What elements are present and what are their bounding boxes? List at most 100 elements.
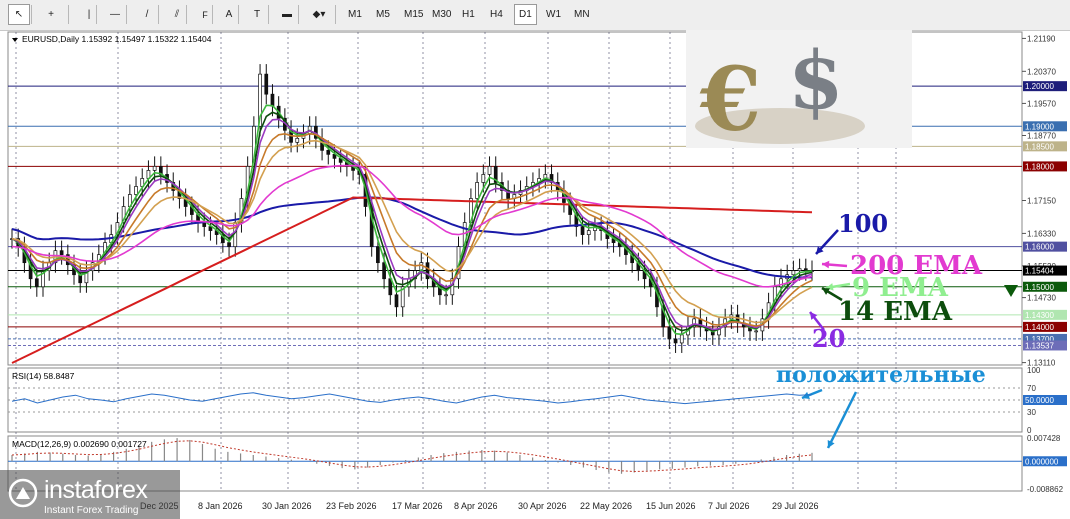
date-axis-label: 30 Apr 2026: [518, 501, 567, 511]
price-level-badge-label: 1.20000: [1025, 82, 1054, 91]
timeframe-m15[interactable]: M15: [400, 4, 427, 25]
toolbar-separator: [96, 5, 97, 24]
price-level-badge-label: 1.13537: [1025, 341, 1054, 350]
candle-body: [481, 174, 486, 183]
instaforex-mark-icon: [8, 478, 38, 508]
timeframe-m5[interactable]: M5: [372, 4, 394, 25]
toolbar-separator: [298, 5, 299, 24]
price-tick-label: 1.19570: [1027, 99, 1056, 108]
timeframe-d1[interactable]: D1: [514, 4, 537, 25]
annotation-label: 14 EMA: [838, 297, 953, 327]
rsi-tick-label: 70: [1027, 384, 1036, 393]
rsi-tick-label: 30: [1027, 408, 1036, 417]
candle-body: [295, 137, 300, 143]
candle-body: [754, 330, 759, 333]
date-axis-label: 8 Jan 2026: [198, 501, 243, 511]
macd-label: MACD(12,26,9) 0.002690 0.001727: [12, 439, 147, 449]
toolbar-separator: [158, 5, 159, 24]
timeframe-m1[interactable]: M1: [344, 4, 366, 25]
candle-body: [34, 278, 39, 288]
price-tick-label: 1.14730: [1027, 294, 1056, 303]
candle-body: [803, 268, 808, 272]
chart-toolbar: ↖ + | — / ⫽ F A T ▬ ◆▾ M1 M5 M15 M30 H1 H4 D1 W1 MN: [0, 0, 1070, 31]
timeframe-w1[interactable]: W1: [542, 4, 565, 25]
candle-body: [270, 93, 275, 107]
timeframe-h4[interactable]: H4: [486, 4, 507, 25]
cursor-icon[interactable]: ↖: [8, 4, 30, 25]
price-chart[interactable]: 1.21190 1.20370 1.19570 1.18770 1.17150 1.163…: [0, 30, 1070, 519]
price-level-badge-label: 1.18500: [1025, 142, 1054, 151]
candle-body: [376, 246, 380, 264]
rsi-tick-label: 100: [1027, 366, 1041, 375]
price-tick-label: 1.18770: [1027, 132, 1056, 141]
macd-tick-label: 0.000000: [1025, 457, 1059, 466]
rectangle-icon[interactable]: ▬: [276, 4, 298, 25]
price-tick-label: 1.21190: [1027, 34, 1056, 43]
channel-icon[interactable]: ⫽: [166, 4, 188, 25]
candle-body: [382, 262, 386, 280]
euro-sign-icon: €: [699, 47, 761, 151]
toolbar-separator: [31, 5, 32, 24]
macd-tick-label: 0.007428: [1027, 434, 1061, 443]
price-level-badge-label: 1.15404: [1025, 267, 1054, 276]
price-level-badge-label: 1.14000: [1025, 323, 1054, 332]
candle-body: [586, 230, 591, 235]
toolbar-separator: [186, 5, 187, 24]
toolbar-separator: [126, 5, 127, 24]
candle-body: [791, 270, 796, 276]
date-axis-label: 7 Jul 2026: [708, 501, 750, 511]
price-level-badge-label: 1.16000: [1025, 243, 1054, 252]
candle-body: [679, 334, 684, 344]
price-level-badge-label: 1.18000: [1025, 162, 1054, 171]
date-axis-label: 30 Jan 2026: [262, 501, 312, 511]
date-axis-label: 8 Apr 2026: [454, 501, 498, 511]
price-tick-label: 1.20370: [1027, 67, 1056, 76]
dollar-sign-icon: $: [788, 33, 844, 127]
rsi-tick-label: 50.0000: [1025, 396, 1054, 405]
candle-body: [475, 182, 479, 199]
candle-body: [444, 294, 448, 297]
candle-body: [227, 242, 231, 247]
candle-body: [667, 326, 672, 340]
candle-body: [580, 226, 585, 235]
label-icon[interactable]: T: [246, 4, 268, 25]
candle-body: [59, 250, 64, 256]
logo-tagline: Instant Forex Trading: [44, 505, 139, 516]
text-icon[interactable]: A: [218, 4, 240, 25]
candle-body: [152, 166, 157, 171]
timeframe-mn[interactable]: MN: [570, 4, 594, 25]
annotation-label: 100: [838, 209, 888, 238]
shapes-menu-icon[interactable]: ◆▾: [308, 4, 330, 25]
candle-body: [134, 186, 138, 195]
candle-body: [487, 166, 492, 175]
price-tick-label: 1.17150: [1027, 197, 1056, 206]
price-level-badge-label: 1.14300: [1025, 311, 1054, 320]
instaforex-logo: instaforex Instant Forex Trading: [0, 470, 180, 519]
candle-body: [264, 73, 269, 95]
date-axis-label: 15 Jun 2026: [646, 501, 696, 511]
rsi-label: RSI(14) 58.8487: [12, 371, 75, 381]
crosshair-icon[interactable]: +: [40, 4, 62, 25]
toolbar-separator: [68, 5, 69, 24]
price-level-badge-label: 1.19000: [1025, 122, 1054, 131]
macd-tick-label: -0.008862: [1027, 485, 1064, 494]
date-axis-label: 29 Jul 2026: [772, 501, 819, 511]
price-tick-label: 1.16330: [1027, 229, 1056, 238]
logo-brand: instaforex: [44, 476, 148, 504]
toolbar-separator: [212, 5, 213, 24]
date-axis-label: 17 Mar 2026: [392, 501, 443, 511]
candle-body: [394, 294, 399, 308]
annotation-label: 20: [812, 324, 845, 353]
price-level-badge-label: 1.15000: [1025, 283, 1054, 292]
timeframe-m30[interactable]: M30: [428, 4, 455, 25]
candle-body: [797, 268, 802, 272]
symbol-header: EURUSD,Daily 1.15392 1.15497 1.15322 1.1…: [22, 34, 212, 44]
candle-body: [673, 338, 678, 344]
toolbar-separator: [335, 5, 336, 24]
timeframe-h1[interactable]: H1: [458, 4, 479, 25]
toolbar-separator: [238, 5, 239, 24]
date-axis-label: 23 Feb 2026: [326, 501, 377, 511]
horizontal-line-icon[interactable]: —: [104, 4, 126, 25]
annotation-label: положительные: [776, 362, 986, 388]
trendline-icon[interactable]: /: [136, 4, 158, 25]
